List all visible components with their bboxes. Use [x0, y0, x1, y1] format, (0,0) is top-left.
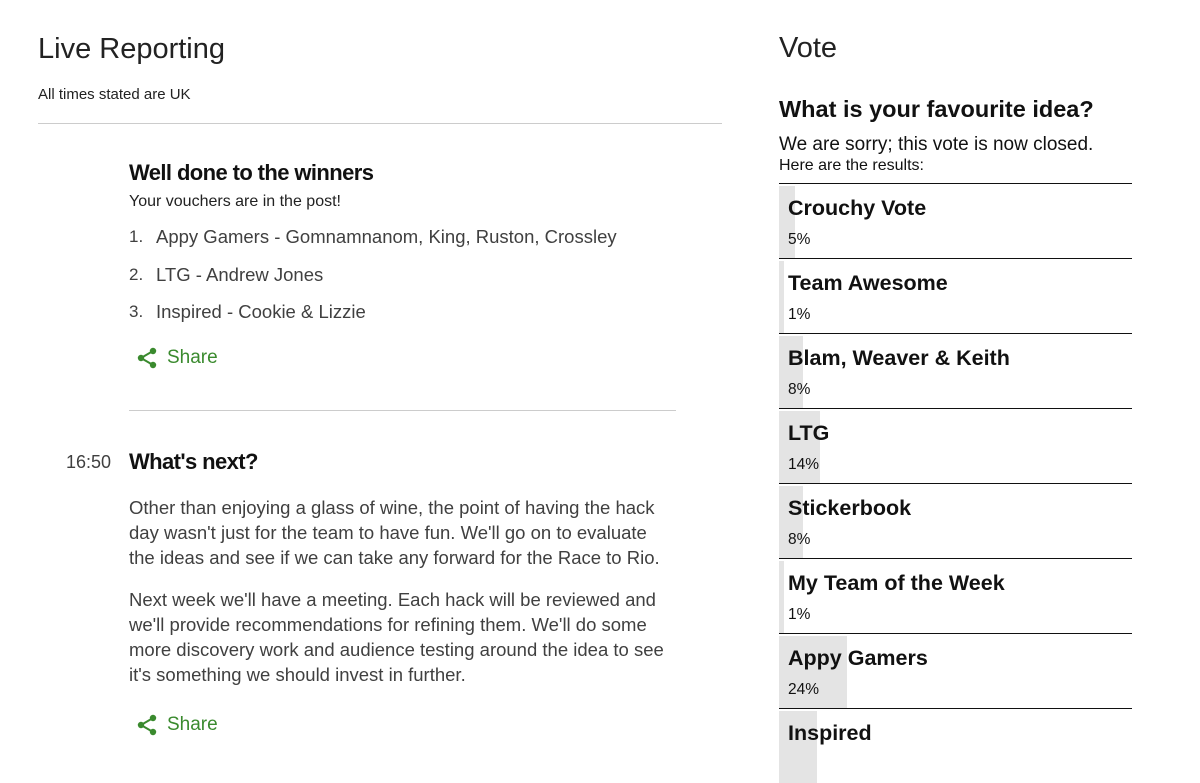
vote-result-name: Blam, Weaver & Keith [788, 346, 1010, 370]
winner-text: Appy Gamers - Gomnamnanom, King, Ruston,… [156, 226, 617, 247]
live-reporting-title: Live Reporting [38, 33, 225, 65]
winner-item: 1. Appy Gamers - Gomnamnanom, King, Rust… [129, 225, 677, 263]
vote-results-label: Here are the results: [779, 157, 924, 174]
vote-heading: Vote [779, 32, 838, 64]
winner-rank: 3. [129, 302, 144, 321]
post-title: Well done to the winners [129, 160, 374, 185]
header-divider [38, 123, 722, 124]
post-timestamp: 16:50 [66, 452, 112, 472]
vote-result-percent: 8% [788, 381, 811, 398]
post-intro: Your vouchers are in the post! [129, 193, 341, 210]
vote-result-percent: 5% [788, 231, 811, 248]
vote-result-percent: 14% [788, 456, 820, 473]
vote-result: My Team of the Week 1% [779, 558, 1132, 633]
vote-result-name: My Team of the Week [788, 571, 1005, 595]
share-button[interactable]: Share [135, 713, 677, 737]
share-label: Share [167, 714, 218, 735]
vote-result-bar [779, 561, 784, 633]
vote-closed-message: We are sorry; this vote is now closed. [779, 134, 1094, 155]
vote-result: Blam, Weaver & Keith 8% [779, 333, 1132, 408]
share-button[interactable]: Share [135, 346, 677, 370]
vote-result-name: Appy Gamers [788, 646, 928, 670]
vote-result-bar [779, 261, 784, 333]
vote-result-percent: 24% [788, 681, 820, 698]
vote-result-name: Team Awesome [788, 271, 948, 295]
share-icon [137, 714, 157, 736]
winner-text: LTG - Andrew Jones [156, 263, 324, 285]
vote-result: Crouchy Vote 5% [779, 183, 1132, 258]
winner-rank: 2. [129, 264, 144, 284]
vote-result-name: Stickerbook [788, 496, 912, 520]
vote-result-name: Inspired [788, 721, 872, 745]
vote-result-percent: 1% [788, 606, 811, 623]
winner-rank: 1. [129, 227, 144, 246]
post-paragraph: Other than enjoying a glass of wine, the… [129, 497, 660, 568]
vote-result: LTG 14% [779, 408, 1132, 483]
vote-result: Stickerbook 8% [779, 483, 1132, 558]
post-title: What's next? [129, 449, 258, 474]
post-whats-next: What's next? Other than enjoying a glass… [129, 449, 677, 737]
vote-result: Inspired [779, 708, 1132, 783]
post-winners: Well done to the winners Your vouchers a… [129, 160, 677, 370]
timezone-note: All times stated are UK [38, 86, 191, 103]
share-icon [137, 347, 157, 368]
vote-result: Team Awesome 1% [779, 258, 1132, 333]
vote-result-percent: 8% [788, 531, 811, 548]
post-divider [129, 410, 676, 411]
vote-result-percent: 1% [788, 306, 811, 323]
winner-text: Inspired - Cookie & Lizzie [156, 301, 366, 322]
vote-result: Appy Gamers 24% [779, 633, 1132, 708]
vote-question: What is your favourite idea? [779, 96, 1094, 122]
vote-result-name: Crouchy Vote [788, 196, 927, 220]
winners-list: 1. Appy Gamers - Gomnamnanom, King, Rust… [129, 225, 677, 338]
vote-results-list: Crouchy Vote 5% Team Awesome 1% Blam, We… [779, 183, 1132, 783]
winner-item: 3. Inspired - Cookie & Lizzie [129, 300, 677, 338]
vote-result-name: LTG [788, 421, 830, 445]
winner-item: 2. LTG - Andrew Jones [129, 263, 677, 301]
post-paragraph: Next week we'll have a meeting. Each hac… [129, 589, 664, 685]
share-label: Share [167, 346, 218, 368]
